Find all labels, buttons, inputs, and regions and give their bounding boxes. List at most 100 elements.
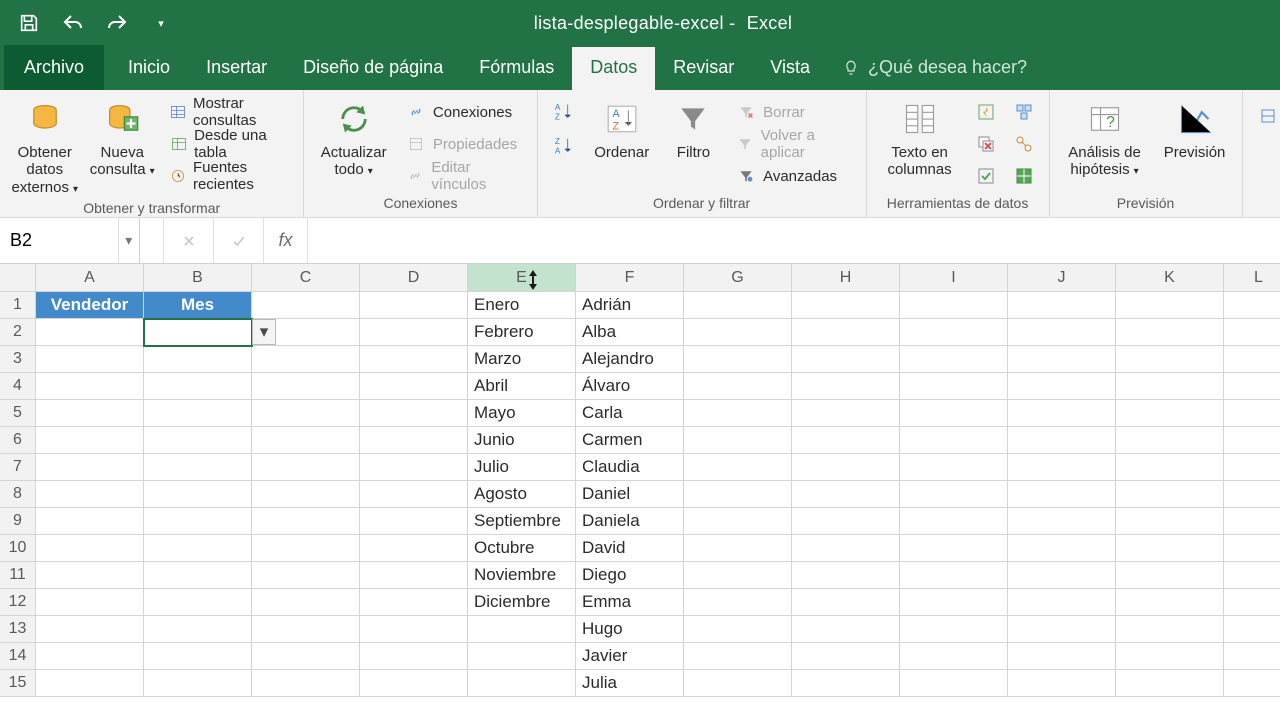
row-header[interactable]: 14 <box>0 643 36 670</box>
cell[interactable] <box>144 535 252 562</box>
cell[interactable] <box>36 373 144 400</box>
sort-button[interactable]: AZ Ordenar <box>588 94 656 161</box>
cell[interactable] <box>684 643 792 670</box>
cell[interactable] <box>36 400 144 427</box>
cell[interactable]: Claudia <box>576 454 684 481</box>
cell[interactable] <box>360 508 468 535</box>
cell[interactable] <box>144 454 252 481</box>
cell[interactable] <box>1116 508 1224 535</box>
new-query-button[interactable]: Nueva consulta▾ <box>87 94 156 179</box>
cell[interactable] <box>684 562 792 589</box>
show-queries-button[interactable]: Mostrar consultas <box>165 98 293 126</box>
cell[interactable] <box>792 535 900 562</box>
cell[interactable] <box>1008 454 1116 481</box>
tab-page-layout[interactable]: Diseño de página <box>285 47 461 90</box>
row-header[interactable]: 11 <box>0 562 36 589</box>
cell[interactable] <box>684 400 792 427</box>
cell[interactable] <box>252 562 360 589</box>
cell[interactable] <box>900 562 1008 589</box>
cell[interactable] <box>36 508 144 535</box>
cell[interactable]: David <box>576 535 684 562</box>
cell[interactable] <box>360 616 468 643</box>
whatif-button[interactable]: ? Análisis de hipótesis▾ <box>1060 94 1150 179</box>
cell[interactable] <box>1008 670 1116 697</box>
cell[interactable] <box>36 346 144 373</box>
cell[interactable] <box>900 454 1008 481</box>
cell[interactable] <box>684 319 792 346</box>
cell[interactable] <box>252 400 360 427</box>
advanced-filter-button[interactable]: Avanzadas <box>731 162 855 190</box>
cell[interactable]: Álvaro <box>576 373 684 400</box>
cell[interactable] <box>792 589 900 616</box>
connections-button[interactable]: Conexiones <box>401 98 527 126</box>
manage-data-model-button[interactable] <box>1009 162 1039 190</box>
cell[interactable] <box>252 373 360 400</box>
cell[interactable]: Hugo <box>576 616 684 643</box>
cell[interactable] <box>1116 589 1224 616</box>
cell[interactable] <box>1116 319 1224 346</box>
cell-selected[interactable]: ▾ <box>144 319 252 346</box>
cell[interactable] <box>900 292 1008 319</box>
recent-sources-button[interactable]: Fuentes recientes <box>165 162 293 190</box>
cell[interactable] <box>900 373 1008 400</box>
cell[interactable] <box>144 508 252 535</box>
row-header[interactable]: 13 <box>0 616 36 643</box>
row-header[interactable]: 10 <box>0 535 36 562</box>
filter-button[interactable]: Filtro <box>664 94 723 161</box>
row-header[interactable]: 7 <box>0 454 36 481</box>
cell[interactable]: Febrero <box>468 319 576 346</box>
row-header[interactable]: 2 <box>0 319 36 346</box>
cell[interactable] <box>252 508 360 535</box>
cell[interactable] <box>792 562 900 589</box>
spreadsheet-grid[interactable]: A B C D E F G H I J K L 1 Vendedor Mes E… <box>0 264 1280 697</box>
cell[interactable] <box>684 481 792 508</box>
cell[interactable] <box>684 454 792 481</box>
cell[interactable] <box>1008 535 1116 562</box>
cell[interactable] <box>360 535 468 562</box>
cell[interactable] <box>36 589 144 616</box>
cell[interactable] <box>1224 616 1280 643</box>
cell[interactable] <box>1116 670 1224 697</box>
cell[interactable] <box>684 292 792 319</box>
cell[interactable] <box>1008 400 1116 427</box>
cell[interactable] <box>1116 373 1224 400</box>
cell[interactable] <box>1008 373 1116 400</box>
cell[interactable] <box>1116 643 1224 670</box>
col-header-A[interactable]: A <box>36 264 144 292</box>
cell[interactable] <box>144 481 252 508</box>
cell[interactable] <box>144 589 252 616</box>
cell[interactable]: Julio <box>468 454 576 481</box>
tell-me-search[interactable]: ¿Qué desea hacer? <box>828 57 1041 90</box>
cell[interactable] <box>1116 292 1224 319</box>
cell[interactable] <box>468 616 576 643</box>
cell[interactable] <box>900 589 1008 616</box>
cell[interactable] <box>468 670 576 697</box>
cell[interactable] <box>360 643 468 670</box>
cell[interactable] <box>1224 535 1280 562</box>
remove-duplicates-button[interactable] <box>971 130 1001 158</box>
cell[interactable] <box>900 508 1008 535</box>
cell[interactable]: Diego <box>576 562 684 589</box>
cell[interactable] <box>684 589 792 616</box>
cell[interactable] <box>36 454 144 481</box>
cell[interactable]: Noviembre <box>468 562 576 589</box>
cell[interactable] <box>1008 346 1116 373</box>
tab-data[interactable]: Datos <box>572 47 655 90</box>
select-all-corner[interactable] <box>0 264 36 292</box>
tab-home[interactable]: Inicio <box>110 47 188 90</box>
cell[interactable] <box>252 643 360 670</box>
cell[interactable] <box>792 643 900 670</box>
cell[interactable] <box>144 616 252 643</box>
cell[interactable] <box>360 562 468 589</box>
cell[interactable] <box>36 535 144 562</box>
cell[interactable]: Javier <box>576 643 684 670</box>
data-validation-dropdown-button[interactable]: ▾ <box>252 319 276 345</box>
cell[interactable] <box>792 292 900 319</box>
cell[interactable] <box>36 427 144 454</box>
cell[interactable] <box>1116 616 1224 643</box>
cell[interactable] <box>1224 670 1280 697</box>
cell[interactable] <box>684 346 792 373</box>
cell[interactable] <box>1116 346 1224 373</box>
cell[interactable] <box>792 508 900 535</box>
cell[interactable] <box>1008 481 1116 508</box>
